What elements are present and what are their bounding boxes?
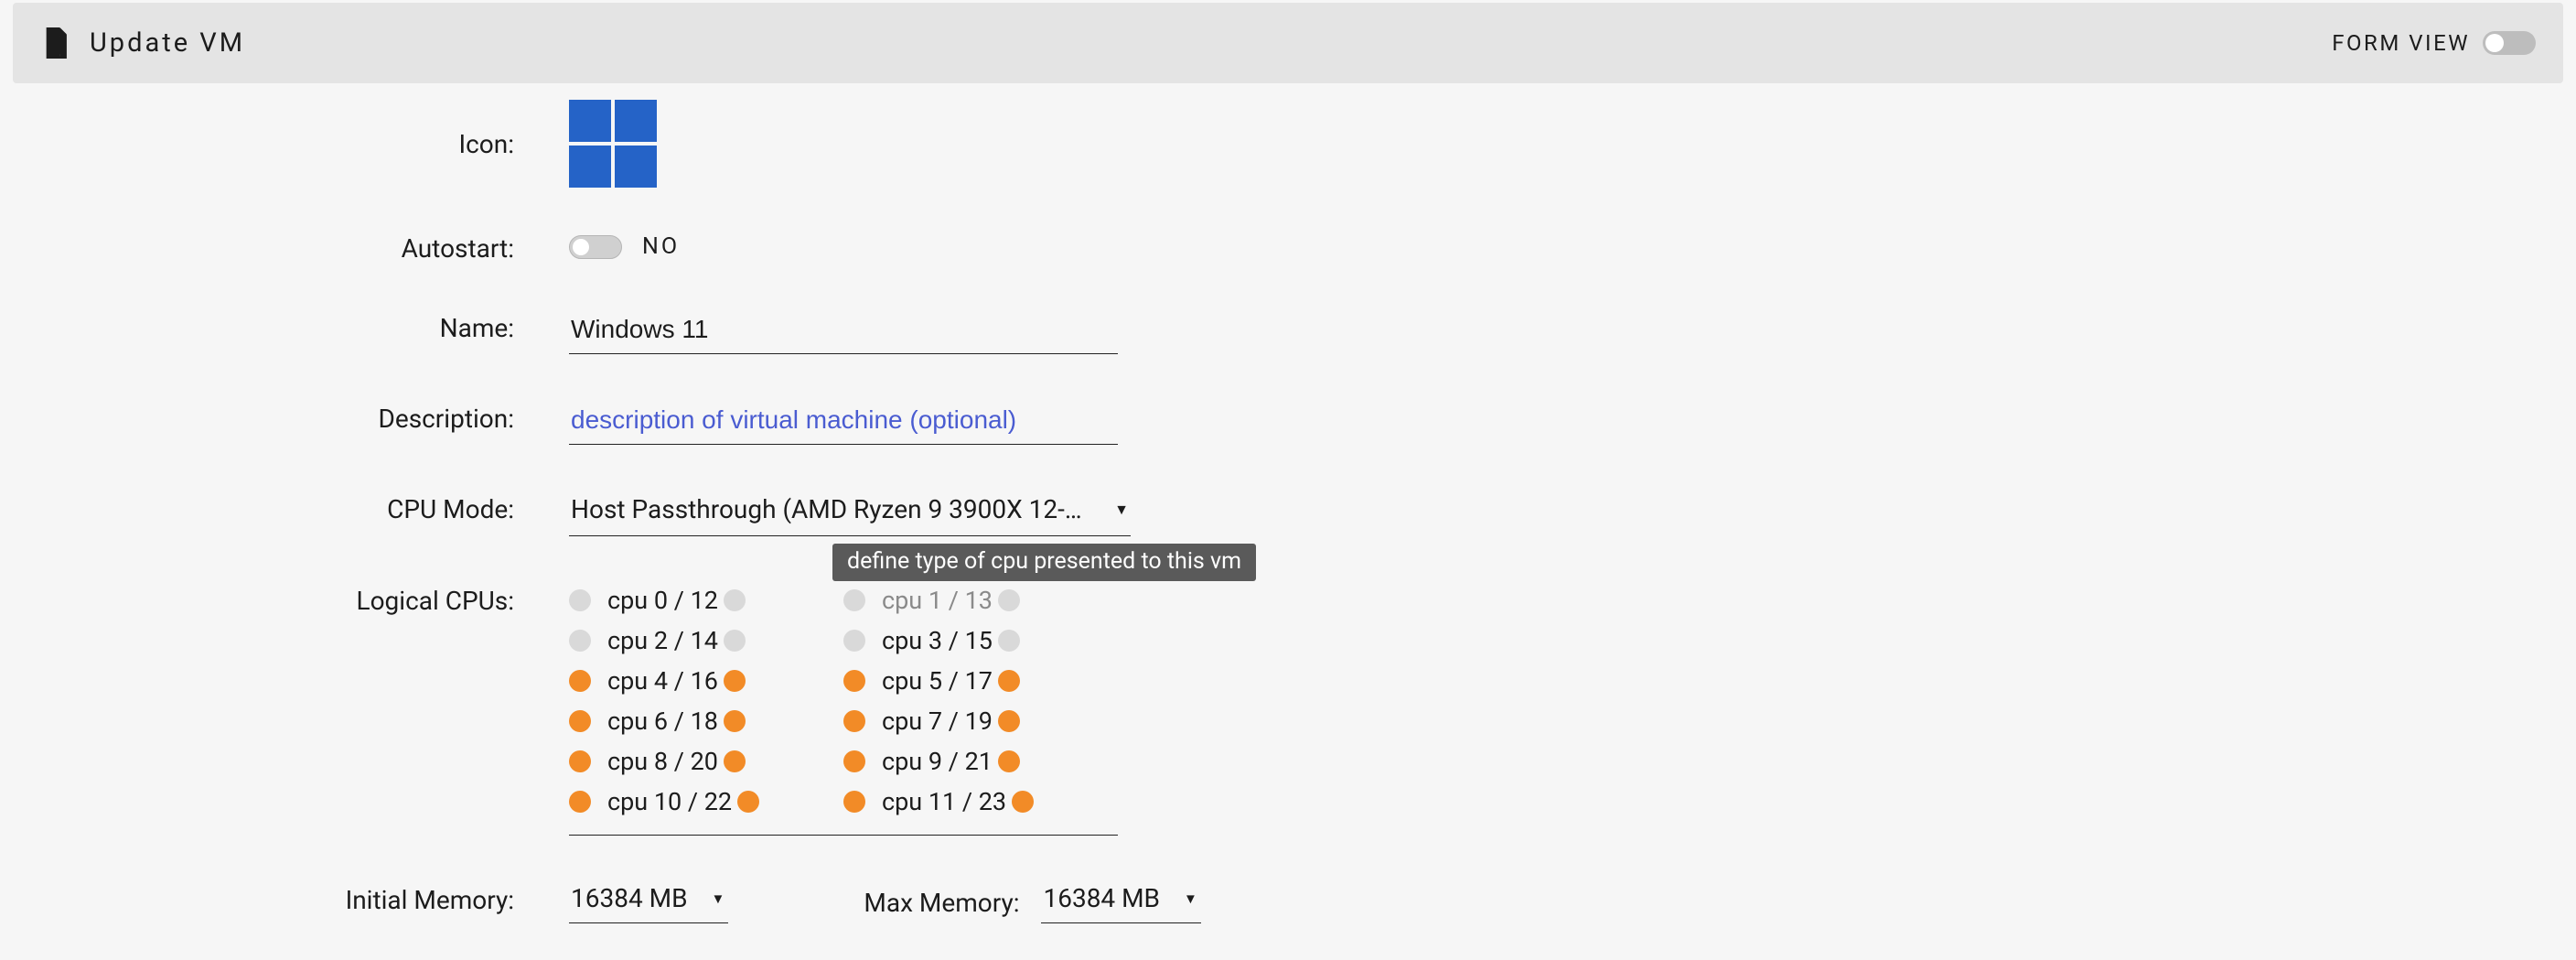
cpu-row: cpu 2 / 14 cpu 3 / 15 <box>569 620 1118 661</box>
cpu-core-toggle[interactable] <box>843 670 865 692</box>
description-input[interactable] <box>569 400 1118 445</box>
cpu-core-toggle[interactable] <box>843 750 865 772</box>
cpu-core-toggle[interactable] <box>569 670 591 692</box>
cpu-mode-tooltip: define type of cpu presented to this vm <box>832 544 1256 581</box>
cpu-core-toggle[interactable] <box>843 791 865 813</box>
cpu-core-label: cpu 7 / 19 <box>882 707 993 736</box>
cpu-thread-toggle[interactable] <box>724 750 746 772</box>
cpu-thread-toggle[interactable] <box>737 791 759 813</box>
cpu-core-label: cpu 8 / 20 <box>607 747 718 776</box>
initial-memory-value: 16384 MB <box>571 883 688 913</box>
cpu-thread-toggle[interactable] <box>1012 791 1034 813</box>
cpu-row: cpu 0 / 12 cpu 1 / 13 <box>569 580 1118 620</box>
cpu-core-label: cpu 2 / 14 <box>607 626 718 655</box>
autostart-value: NO <box>642 233 680 260</box>
max-memory-label: Max Memory: <box>864 888 1019 918</box>
cpu-core-label: cpu 0 / 12 <box>607 586 718 615</box>
cpu-mode-value: Host Passthrough (AMD Ryzen 9 3900X 12-C… <box>571 494 1092 524</box>
cpu-row: cpu 8 / 20 cpu 9 / 21 <box>569 741 1118 782</box>
cpu-core-label: cpu 6 / 18 <box>607 707 718 736</box>
chevron-down-icon: ▼ <box>1184 890 1197 907</box>
cpu-core-toggle[interactable] <box>569 750 591 772</box>
name-input[interactable] <box>569 309 1118 354</box>
cpu-core-toggle[interactable] <box>569 791 591 813</box>
cpu-core-toggle[interactable] <box>569 710 591 732</box>
vm-doc-icon <box>44 27 71 59</box>
cpu-core-toggle[interactable] <box>843 630 865 652</box>
cpu-thread-toggle[interactable] <box>724 710 746 732</box>
cpu-thread-toggle[interactable] <box>998 710 1020 732</box>
description-label: Description: <box>0 400 569 434</box>
cpu-core-toggle[interactable] <box>843 589 865 611</box>
max-memory-value: 16384 MB <box>1043 883 1160 913</box>
cpu-thread-toggle[interactable] <box>998 630 1020 652</box>
logical-cpus-label: Logical CPUs: <box>0 578 569 616</box>
cpu-mode-label: CPU Mode: <box>0 491 569 524</box>
cpu-row: cpu 6 / 18 cpu 7 / 19 <box>569 701 1118 741</box>
cpu-core-toggle[interactable] <box>569 589 591 611</box>
icon-label: Icon: <box>0 100 569 159</box>
max-memory-select[interactable]: 16384 MB ▼ <box>1041 881 1200 923</box>
cpu-core-label: cpu 9 / 21 <box>882 747 993 776</box>
form-view-toggle[interactable] <box>2483 31 2536 55</box>
cpu-core-label: cpu 11 / 23 <box>882 787 1006 816</box>
chevron-down-icon: ▼ <box>1114 501 1129 519</box>
cpu-thread-toggle[interactable] <box>724 670 746 692</box>
cpu-mode-select[interactable]: Host Passthrough (AMD Ryzen 9 3900X 12-C… <box>569 491 1131 536</box>
cpu-core-toggle[interactable] <box>843 710 865 732</box>
autostart-label: Autostart: <box>0 233 569 264</box>
cpu-core-label: cpu 1 / 13 <box>882 586 993 615</box>
cpu-grid: cpu 0 / 12 cpu 1 / 13 cpu 2 / 14 cpu 3 / 15… <box>569 578 1118 836</box>
cpu-core-toggle[interactable] <box>569 630 591 652</box>
cpu-thread-toggle[interactable] <box>724 589 746 611</box>
form-view-label: FORM VIEW <box>2332 30 2470 56</box>
cpu-core-label: cpu 10 / 22 <box>607 787 732 816</box>
cpu-row: cpu 10 / 22 cpu 11 / 23 <box>569 782 1118 822</box>
page-header: Update VM FORM VIEW <box>13 3 2563 83</box>
cpu-core-label: cpu 4 / 16 <box>607 666 718 696</box>
cpu-thread-toggle[interactable] <box>724 630 746 652</box>
cpu-core-label: cpu 5 / 17 <box>882 666 993 696</box>
cpu-row: cpu 4 / 16 cpu 5 / 17 <box>569 661 1118 701</box>
cpu-thread-toggle[interactable] <box>998 589 1020 611</box>
page-title: Update VM <box>90 27 245 59</box>
name-label: Name: <box>0 309 569 343</box>
chevron-down-icon: ▼ <box>712 890 725 907</box>
cpu-core-label: cpu 3 / 15 <box>882 626 993 655</box>
initial-memory-select[interactable]: 16384 MB ▼ <box>569 881 728 923</box>
cpu-thread-toggle[interactable] <box>998 750 1020 772</box>
autostart-toggle[interactable] <box>569 235 622 259</box>
initial-memory-label: Initial Memory: <box>0 881 569 915</box>
cpu-thread-toggle[interactable] <box>998 670 1020 692</box>
windows-icon[interactable] <box>569 100 657 188</box>
